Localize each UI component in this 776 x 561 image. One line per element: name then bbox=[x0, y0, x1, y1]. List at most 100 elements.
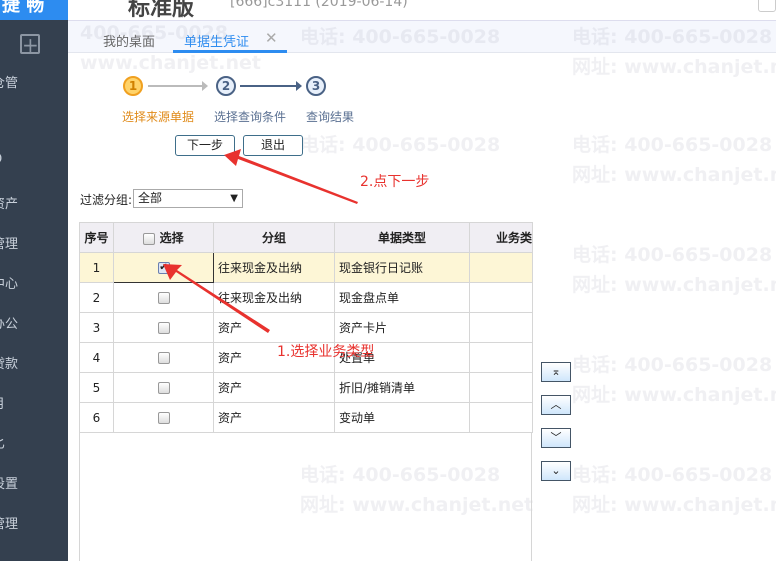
tab-voucher[interactable]: 单据生凭证 bbox=[184, 31, 249, 50]
filter-group-select[interactable]: 全部 ▼ bbox=[133, 189, 243, 208]
sidebar-item[interactable]: 资产 bbox=[0, 193, 18, 212]
tab-desktop[interactable]: 我的桌面 bbox=[103, 31, 155, 50]
watermark: www.chanjet.net bbox=[80, 52, 261, 74]
row-checkbox[interactable] bbox=[157, 292, 170, 304]
sidebar-item[interactable]: 贷款 bbox=[0, 353, 18, 372]
cell-business-type bbox=[469, 342, 533, 373]
cell-group: 资产 bbox=[213, 402, 335, 433]
sidebar-item[interactable]: 匕 bbox=[0, 433, 5, 452]
close-tab-icon[interactable]: ✕ bbox=[265, 29, 278, 47]
watermark: 电话: 400-665-0028 bbox=[572, 354, 773, 376]
logo: 捷 畅 bbox=[0, 0, 68, 20]
table-header: 序号 选择 分组 单据类型 业务类 bbox=[79, 222, 533, 253]
table-empty-area bbox=[79, 432, 532, 561]
add-icon[interactable]: + bbox=[20, 34, 40, 55]
watermark: 网址: www.chanjet.net bbox=[572, 494, 776, 516]
cell-business-type bbox=[469, 312, 533, 343]
annotation-step-2: 2.点下一步 bbox=[360, 174, 430, 190]
row-checkbox[interactable] bbox=[157, 352, 170, 364]
header-no: 序号 bbox=[79, 222, 114, 253]
cell-no: 6 bbox=[79, 402, 114, 433]
edition-title: 标准版 bbox=[128, 0, 195, 20]
cell-business-type bbox=[469, 402, 533, 433]
cell-group: 往来现金及出纳 bbox=[213, 252, 335, 283]
header-business-type: 业务类 bbox=[469, 222, 533, 253]
cell-select: ✔ bbox=[113, 252, 214, 283]
cell-doc-type: 折旧/摊销清单 bbox=[334, 372, 470, 403]
cell-select bbox=[113, 372, 214, 403]
watermark: 电话: 400-665-0028 bbox=[300, 134, 501, 156]
step-connector bbox=[148, 81, 208, 91]
sidebar-item[interactable]: 设置 bbox=[0, 473, 18, 492]
table-row[interactable]: 3 资产 资产卡片 bbox=[79, 312, 533, 343]
cell-doc-type: 现金盘点单 bbox=[334, 282, 470, 313]
next-step-button[interactable]: 下一步 bbox=[175, 135, 235, 156]
cell-select bbox=[113, 342, 214, 373]
watermark: 网址: www.chanjet.net bbox=[572, 384, 776, 406]
filter-group-value: 全部 bbox=[138, 191, 163, 205]
step-1-label: 选择来源单据 bbox=[122, 110, 195, 124]
cell-business-type bbox=[469, 372, 533, 403]
row-checkbox[interactable] bbox=[157, 412, 170, 424]
cell-doc-type: 现金银行日记账 bbox=[334, 252, 470, 283]
row-checkbox[interactable] bbox=[157, 322, 170, 334]
header-group: 分组 bbox=[213, 222, 335, 253]
table-row[interactable]: 2 往来现金及出纳 现金盘点单 bbox=[79, 282, 533, 313]
row-checkbox[interactable]: ✔ bbox=[157, 262, 170, 274]
cell-no: 5 bbox=[79, 372, 114, 403]
watermark: 电话: 400-665-0028 bbox=[572, 134, 773, 156]
sidebar-item[interactable]: 办公 bbox=[0, 313, 18, 332]
table-row[interactable]: 6 资产 变动单 bbox=[79, 402, 533, 433]
watermark: 网址: www.chanjet.net bbox=[572, 274, 776, 296]
dropdown-arrow-icon: ▼ bbox=[230, 193, 238, 204]
tab-bar: 我的桌面 单据生凭证 ✕ bbox=[68, 20, 776, 53]
cell-group: 往来现金及出纳 bbox=[213, 282, 335, 313]
move-top-button[interactable]: ⌅ bbox=[541, 362, 571, 382]
step-2-circle: 2 bbox=[216, 76, 236, 96]
step-connector bbox=[240, 81, 302, 91]
row-checkbox[interactable] bbox=[157, 382, 170, 394]
step-3-label: 查询结果 bbox=[306, 110, 355, 124]
sidebar-item[interactable]: 仓管 bbox=[0, 72, 18, 91]
cell-select bbox=[113, 402, 214, 433]
step-1-circle: 1 bbox=[123, 76, 143, 96]
account-info: [666]c3111 (2019-06-14) bbox=[230, 0, 408, 10]
select-all-checkbox[interactable] bbox=[143, 232, 156, 245]
header-select: 选择 bbox=[113, 222, 214, 253]
step-3-circle: 3 bbox=[306, 76, 326, 96]
watermark: 电话: 400-665-0028 bbox=[572, 244, 773, 266]
cell-no: 2 bbox=[79, 282, 114, 313]
move-up-button[interactable]: ︿ bbox=[541, 395, 571, 415]
sidebar-item[interactable]: O bbox=[0, 152, 2, 167]
sidebar-item[interactable]: 中心 bbox=[0, 273, 18, 292]
cell-group: 资产 bbox=[213, 372, 335, 403]
active-tab-indicator bbox=[173, 50, 287, 53]
watermark: 电话: 400-665-0028 bbox=[572, 464, 773, 486]
sidebar-item[interactable]: 管理 bbox=[0, 513, 18, 532]
sidebar: + 仓管 O 资产 管理 中心 办公 贷款 月 匕 设置 管理 bbox=[0, 20, 68, 561]
exit-button[interactable]: 退出 bbox=[243, 135, 303, 156]
step-2-label: 选择查询条件 bbox=[214, 110, 287, 124]
top-bar: 标准版 [666]c3111 (2019-06-14) bbox=[68, 0, 776, 20]
arrow-to-next-button bbox=[224, 149, 358, 204]
watermark: 网址: www.chanjet.net bbox=[572, 56, 776, 78]
cell-no: 1 bbox=[79, 252, 114, 283]
move-down-button[interactable]: ﹀ bbox=[541, 428, 571, 448]
top-button[interactable] bbox=[758, 0, 776, 12]
cell-doc-type: 变动单 bbox=[334, 402, 470, 433]
sidebar-item[interactable]: 管理 bbox=[0, 233, 18, 252]
table-row[interactable]: 1 ✔ 往来现金及出纳 现金银行日记账 bbox=[79, 252, 533, 283]
cell-select bbox=[113, 312, 214, 343]
cell-no: 3 bbox=[79, 312, 114, 343]
cell-no: 4 bbox=[79, 342, 114, 373]
sidebar-item[interactable]: 月 bbox=[0, 393, 5, 412]
cell-select bbox=[113, 282, 214, 313]
table-row[interactable]: 5 资产 折旧/摊销清单 bbox=[79, 372, 533, 403]
header-doc-type: 单据类型 bbox=[334, 222, 470, 253]
filter-group-label: 过滤分组: bbox=[80, 193, 133, 207]
cell-group: 资产 bbox=[213, 312, 335, 343]
source-document-table: 序号 选择 分组 单据类型 业务类 1 ✔ 往来现金及出纳 现金银行日记账 2 … bbox=[79, 222, 533, 433]
cell-doc-type: 资产卡片 bbox=[334, 312, 470, 343]
move-bottom-button[interactable]: ⌄ bbox=[541, 461, 571, 481]
annotation-step-1: 1.选择业务类型 bbox=[277, 344, 375, 360]
